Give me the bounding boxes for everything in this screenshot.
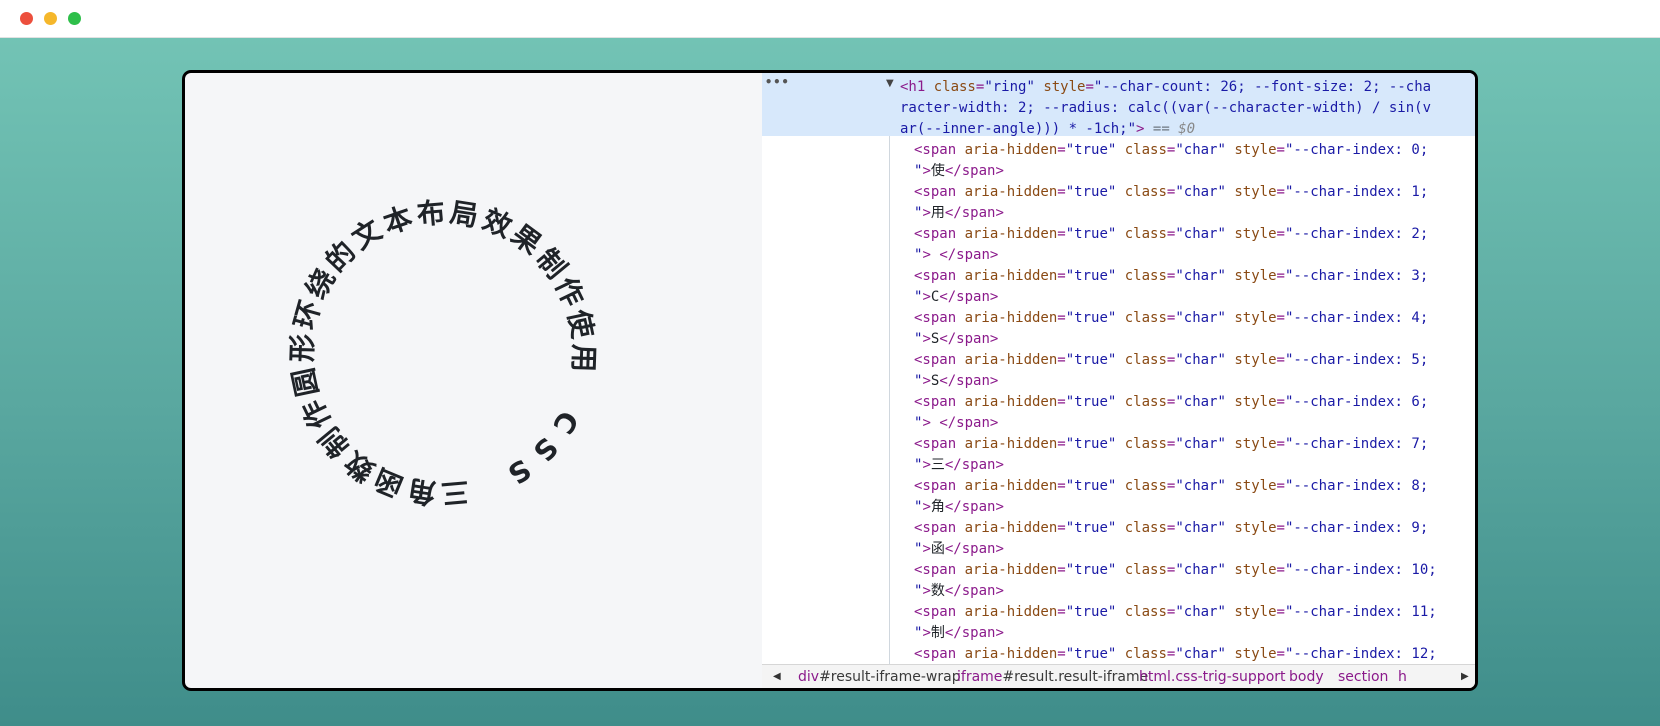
char-index-value: 9	[1411, 520, 1420, 536]
span-char-text: 使	[930, 163, 945, 179]
span-char-text: 角	[930, 499, 945, 515]
char-index-value: 3	[1411, 268, 1420, 284]
ring-char-glyph: 圆	[286, 365, 325, 400]
expand-triangle-icon[interactable]: ▼	[886, 78, 894, 89]
char-index-value: 5	[1411, 352, 1420, 368]
char-index-value: 4	[1411, 310, 1420, 326]
breadcrumb-item[interactable]: iframe#result.result-iframe	[957, 665, 1148, 688]
ring-char-glyph: 布	[415, 195, 446, 231]
breadcrumb-selector: #result.result-iframe	[1002, 669, 1149, 685]
char-index-value: 11	[1411, 604, 1429, 620]
span-element-row[interactable]: <span aria-hidden="true" class="char" st…	[914, 434, 1437, 455]
span-element-row[interactable]: <span aria-hidden="true" class="char" st…	[914, 644, 1437, 665]
span-element-row[interactable]: <span aria-hidden="true" class="char" st…	[914, 602, 1437, 623]
span-element-row[interactable]: <span aria-hidden="true" class="char" st…	[914, 518, 1437, 539]
selected-h1-row[interactable]: ••• ▼ <h1 class="ring" style="--char-cou…	[762, 73, 1475, 137]
breadcrumb-item[interactable]: html.css-trig-support	[1139, 665, 1286, 688]
span-char-text: 用	[930, 205, 945, 221]
span-element-row-close[interactable]: ">S</span>	[914, 371, 1437, 392]
span-element-row[interactable]: <span aria-hidden="true" class="char" st…	[914, 560, 1437, 581]
breadcrumb-bar: ◀ div#result-iframe-wrap iframe#result.re…	[762, 664, 1475, 688]
span-element-row-close[interactable]: ">数</span>	[914, 581, 1437, 602]
span-element-row[interactable]: <span aria-hidden="true" class="char" st…	[914, 308, 1437, 329]
char-index-value: 12	[1411, 646, 1429, 662]
window-titlebar	[0, 0, 1660, 38]
span-element-row[interactable]: <span aria-hidden="true" class="char" st…	[914, 140, 1437, 161]
span-element-row-close[interactable]: ">三</span>	[914, 455, 1437, 476]
span-element-row[interactable]: <span aria-hidden="true" class="char" st…	[914, 182, 1437, 203]
span-element-row[interactable]: <span aria-hidden="true" class="char" st…	[914, 476, 1437, 497]
char-index-value: 6	[1411, 394, 1420, 410]
span-element-row-close[interactable]: "> </span>	[914, 245, 1437, 266]
span-char-text: 函	[930, 541, 945, 557]
span-element-row[interactable]: <span aria-hidden="true" class="char" st…	[914, 392, 1437, 413]
span-element-row-close[interactable]: "> </span>	[914, 413, 1437, 434]
ring-char-glyph: 用	[566, 342, 601, 373]
breadcrumb-item[interactable]: h	[1398, 665, 1407, 688]
more-options-icon[interactable]: •••	[765, 75, 790, 89]
ring-char-glyph: 形	[285, 333, 320, 364]
span-element-row-close[interactable]: ">角</span>	[914, 497, 1437, 518]
breadcrumb-tag: body	[1289, 669, 1324, 685]
span-char-text: 数	[930, 583, 945, 599]
breadcrumb-item[interactable]: body	[1289, 665, 1324, 688]
breadcrumb-tag: div	[798, 669, 820, 685]
h1-element-code[interactable]: <h1 class="ring" style="--char-count: 26…	[900, 77, 1431, 140]
ring-char-glyph: 三	[440, 475, 471, 511]
breadcrumb-selector: #result-iframe-wrap	[819, 669, 961, 685]
span-element-row-close[interactable]: ">S</span>	[914, 329, 1437, 350]
devtools-elements-panel: ••• ▼ <h1 class="ring" style="--char-cou…	[762, 73, 1475, 688]
span-char-text: 制	[930, 625, 945, 641]
char-index-value: 2	[1411, 226, 1420, 242]
breadcrumb-tag: section	[1338, 669, 1389, 685]
span-element-row-close[interactable]: ">制</span>	[914, 623, 1437, 644]
breadcrumb-tag: html.css-trig-support	[1139, 669, 1286, 685]
char-index-value: 8	[1411, 478, 1420, 494]
char-index-value: 7	[1411, 436, 1420, 452]
browser-frame: 使用 CSS 三角函数制作圆形环绕的文本布局效果制作 ••• ▼ <h1 cla…	[182, 70, 1478, 691]
breadcrumb-item[interactable]: div#result-iframe-wrap	[798, 665, 961, 688]
span-element-row[interactable]: <span aria-hidden="true" class="char" st…	[914, 224, 1437, 245]
span-element-list: <span aria-hidden="true" class="char" st…	[914, 140, 1437, 665]
char-index-value: 10	[1411, 562, 1429, 578]
breadcrumb-tag: iframe	[957, 669, 1003, 685]
span-element-row-close[interactable]: ">使</span>	[914, 161, 1437, 182]
span-element-row-close[interactable]: ">用</span>	[914, 203, 1437, 224]
maximize-window-button[interactable]	[68, 12, 81, 25]
ring-char-glyph: 角	[405, 473, 438, 511]
span-element-row[interactable]: <span aria-hidden="true" class="char" st…	[914, 266, 1437, 287]
span-element-row-close[interactable]: ">C</span>	[914, 287, 1437, 308]
span-element-row-close[interactable]: ">函</span>	[914, 539, 1437, 560]
scroll-right-icon[interactable]: ▶	[1461, 665, 1469, 688]
tree-guide-line	[889, 136, 890, 664]
scroll-left-icon[interactable]: ◀	[773, 665, 781, 688]
span-element-row[interactable]: <span aria-hidden="true" class="char" st…	[914, 350, 1437, 371]
minimize-window-button[interactable]	[44, 12, 57, 25]
breadcrumb-item[interactable]: section	[1338, 665, 1388, 688]
preview-pane: 使用 CSS 三角函数制作圆形环绕的文本布局效果制作	[185, 73, 762, 688]
char-index-value: 0	[1411, 142, 1420, 158]
close-window-button[interactable]	[20, 12, 33, 25]
span-char-text: 三	[930, 457, 945, 473]
breadcrumb-tag: h	[1398, 669, 1407, 685]
char-index-value: 1	[1411, 184, 1420, 200]
